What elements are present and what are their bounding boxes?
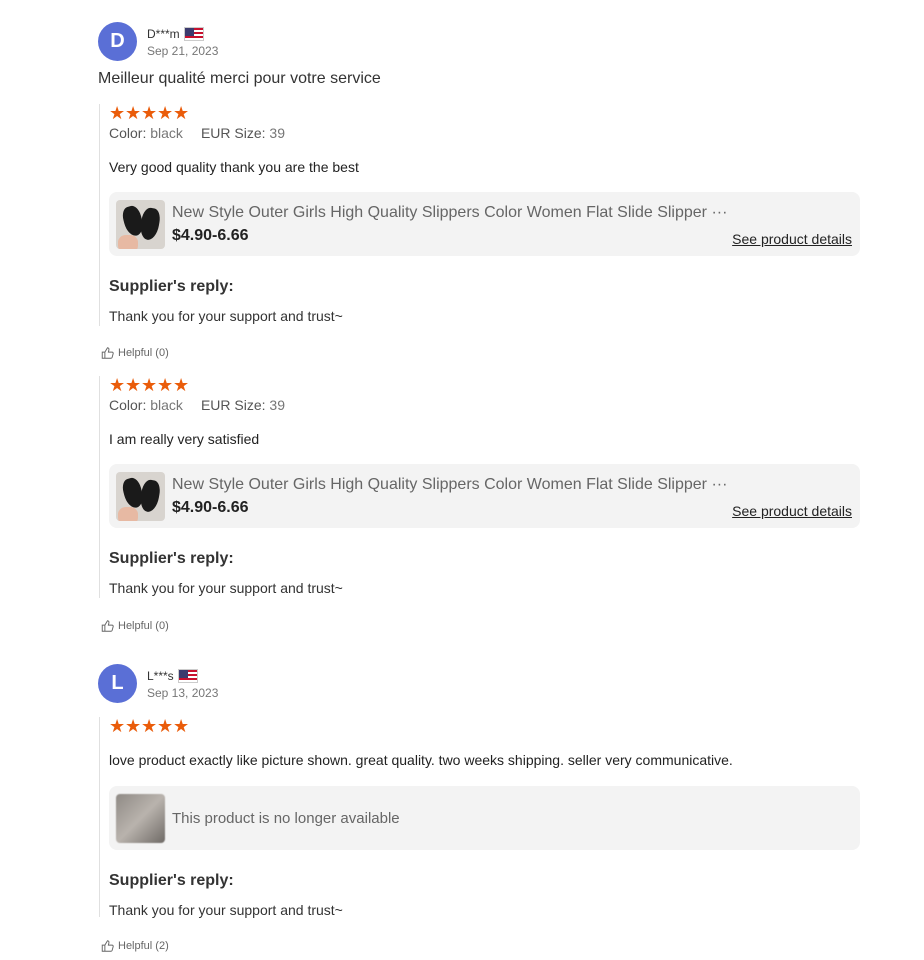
star-icon: ★ [157,103,174,123]
star-icon: ★ [141,716,158,736]
review-attributes: Color: black EUR Size: 39 [109,397,869,413]
review-attributes: Color: black EUR Size: 39 [109,125,869,141]
product-card-unavailable: This product is no longer available [109,786,860,850]
star-icon: ★ [141,103,158,123]
star-icon: ★ [173,716,190,736]
star-icon: ★ [141,375,158,395]
size-value: 39 [269,397,285,413]
star-rating: ★ ★ ★ ★ ★ [109,376,869,394]
supplier-reply-title: Supplier's reply: [109,872,234,889]
size-value: 39 [269,125,285,141]
review-body: ★ ★ ★ ★ ★ love product exactly like pict… [99,717,869,918]
reviewer-name: D***m [147,27,180,41]
see-product-details-link[interactable]: See product details [732,503,852,519]
review-body: ★ ★ ★ ★ ★ Color: black EUR Size: 39 Very… [99,104,869,326]
review-body: ★ ★ ★ ★ ★ Color: black EUR Size: 39 I am… [99,376,869,598]
review-text: Very good quality thank you are the best [109,159,359,175]
reviewer-name: L***s [147,669,174,683]
star-icon: ★ [109,716,126,736]
star-icon: ★ [173,103,190,123]
helpful-count: Helpful (0) [118,620,169,632]
thumbs-up-icon [101,940,114,952]
review-date: Sep 21, 2023 [147,43,219,58]
color-label: Color: [109,125,147,141]
product-card[interactable]: New Style Outer Girls High Quality Slipp… [109,464,860,528]
helpful-count: Helpful (0) [118,347,169,359]
supplier-reply-text: Thank you for your support and trust~ [109,580,343,596]
product-price: $4.90-6.66 [172,226,249,244]
supplier-reply-text: Thank you for your support and trust~ [109,308,343,324]
color-value: black [150,397,183,413]
product-title[interactable]: New Style Outer Girls High Quality Slipp… [172,476,727,494]
product-price: $4.90-6.66 [172,498,249,516]
product-unavailable-text: This product is no longer available [172,809,400,827]
reviewer-header: L L***s Sep 13, 2023 [98,664,218,703]
thumbs-up-icon [101,347,114,359]
star-icon: ★ [125,716,142,736]
helpful-button[interactable]: Helpful (0) [100,619,169,633]
product-title[interactable]: New Style Outer Girls High Quality Slipp… [172,204,727,222]
avatar: L [98,664,137,703]
product-thumbnail[interactable] [116,199,165,249]
us-flag-icon [177,669,198,683]
review-text: I am really very satisfied [109,431,260,447]
helpful-count: Helpful (2) [118,940,169,952]
star-icon: ★ [125,103,142,123]
supplier-reply-title: Supplier's reply: [109,278,234,295]
star-icon: ★ [157,375,174,395]
review-text: love product exactly like picture shown.… [109,752,733,768]
supplier-reply-text: Thank you for your support and trust~ [109,902,343,918]
helpful-button[interactable]: Helpful (2) [100,939,169,953]
size-label: EUR Size: [200,397,266,413]
star-icon: ★ [125,375,142,395]
star-icon: ★ [173,375,190,395]
product-card[interactable]: New Style Outer Girls High Quality Slipp… [109,192,860,256]
star-rating: ★ ★ ★ ★ ★ [109,104,869,122]
star-icon: ★ [109,103,126,123]
size-label: EUR Size: [200,125,266,141]
star-icon: ★ [157,716,174,736]
avatar: D [98,22,137,61]
review-headline: Meilleur qualité merci pour votre servic… [98,70,381,87]
color-label: Color: [109,397,147,413]
product-thumbnail[interactable] [116,471,165,521]
helpful-button[interactable]: Helpful (0) [100,346,169,360]
see-product-details-link[interactable]: See product details [732,231,852,247]
reviewer-header: D D***m Sep 21, 2023 [98,22,218,61]
supplier-reply-title: Supplier's reply: [109,550,234,567]
us-flag-icon [183,27,204,41]
star-icon: ★ [109,375,126,395]
product-thumbnail [116,793,165,843]
review-date: Sep 13, 2023 [147,685,219,700]
star-rating: ★ ★ ★ ★ ★ [109,717,869,735]
thumbs-up-icon [101,620,114,632]
color-value: black [150,125,183,141]
